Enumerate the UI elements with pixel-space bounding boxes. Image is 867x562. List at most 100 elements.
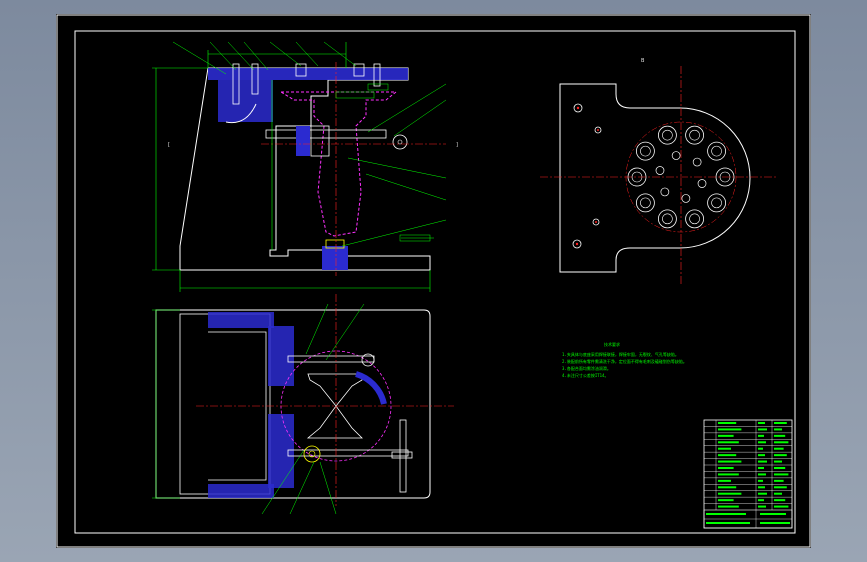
drill-bushing-hole xyxy=(685,125,704,145)
section-marker-right: ] xyxy=(456,142,458,148)
title-block-text-mark xyxy=(758,447,763,450)
title-block-text-mark xyxy=(774,473,789,476)
inner-hole xyxy=(697,179,707,188)
title-block-text-mark xyxy=(774,454,787,457)
title-block-text-mark xyxy=(718,428,742,431)
workpiece-hidden-outline xyxy=(279,91,398,237)
title-block-text-mark xyxy=(758,428,767,431)
title-block-text-mark xyxy=(758,434,764,437)
section-marker-left: [ xyxy=(168,142,170,148)
title-block-text-mark xyxy=(774,499,786,502)
title-block-text-mark xyxy=(758,505,766,508)
clamp-jaw xyxy=(310,125,330,157)
v-block xyxy=(307,373,363,407)
title-block-text-mark xyxy=(774,505,789,508)
inner-hole xyxy=(681,194,691,203)
clamp-screw xyxy=(265,129,387,139)
title-block-text-mark xyxy=(774,492,782,495)
title-block-text-mark xyxy=(758,479,763,482)
title-block-text-mark xyxy=(758,492,767,495)
tech-req-line-3: 3.各配合面均需涂油润滑。 xyxy=(562,365,611,371)
drill-bushing-hole xyxy=(658,209,677,229)
clamp-jaw-hatch xyxy=(296,126,310,156)
drill-bushing-bore xyxy=(640,145,651,157)
title-block-text-mark xyxy=(774,486,787,489)
title-block-text-mark xyxy=(718,467,734,469)
title-block-text-mark xyxy=(718,447,731,450)
cam-disk xyxy=(303,445,321,463)
title-block-text-mark xyxy=(718,434,734,437)
drill-bushing-bore xyxy=(711,197,722,209)
title-block-text-mark xyxy=(718,479,731,482)
tech-req-title: 技术要求 xyxy=(604,341,620,347)
title-block-text-mark xyxy=(758,454,765,457)
title-block-text-mark xyxy=(718,454,737,457)
inner-hole xyxy=(660,187,670,197)
title-block-text-mark xyxy=(718,486,737,489)
tech-req-line-1: 1.夹具体与底座采用焊接联接，焊接牢固，无裂纹、气孔等缺陷。 xyxy=(562,351,679,357)
inner-hole xyxy=(692,157,702,167)
drill-bushing-hole xyxy=(658,125,677,145)
detail-view-label: B xyxy=(641,58,645,64)
top-plan-view xyxy=(152,294,454,515)
inner-hole xyxy=(671,151,681,160)
lower-clamp-bar xyxy=(287,449,409,457)
title-block-text-mark xyxy=(718,473,739,476)
title-block-text-mark xyxy=(758,467,764,469)
title-block-text-mark xyxy=(706,513,746,515)
title-block-text-mark xyxy=(774,434,786,437)
title-block-text-mark xyxy=(774,460,782,463)
title-block-text-mark xyxy=(774,467,786,469)
drill-bushing-bore xyxy=(689,213,700,225)
knob xyxy=(392,134,408,150)
drill-bushing-hole xyxy=(636,141,655,161)
tech-req-line-2: 2.装配前所有零件需清洗干净，定位面不得有毛刺及磕碰划伤等缺陷。 xyxy=(562,358,687,364)
drill-bushing-bore xyxy=(689,129,700,141)
upper-clamp-bar xyxy=(287,355,375,363)
title-block-text-mark xyxy=(774,447,784,450)
title-block-text-mark xyxy=(760,513,786,515)
drill-bushing-hole xyxy=(707,141,726,161)
title-block-text-mark xyxy=(758,499,764,502)
title-block-text-mark xyxy=(718,422,737,424)
inner-hole xyxy=(655,166,665,175)
title-block-text-mark xyxy=(760,522,790,524)
drill-bushing-hole xyxy=(636,193,655,213)
title-block-text-mark xyxy=(774,422,787,424)
title-block-text-mark xyxy=(718,492,742,495)
fixture-body-outline xyxy=(179,67,431,271)
title-block-text-mark xyxy=(718,505,739,508)
title-block xyxy=(703,419,793,529)
title-block-text-mark xyxy=(774,441,789,444)
drawing-canvas: [ ] B 技术要求 1.夹具体与底座采用焊接联接，焊接牢固，无裂纹、气孔等缺陷… xyxy=(56,14,811,548)
drill-bushing-bore xyxy=(662,213,673,225)
inner-border xyxy=(74,30,796,534)
title-block-text-mark xyxy=(758,486,765,489)
title-block-text-mark xyxy=(774,479,784,482)
title-block-text-mark xyxy=(718,499,734,502)
drill-bushing-bore xyxy=(662,129,673,141)
drill-bushing-bore xyxy=(711,145,722,157)
drill-bushing-hole xyxy=(707,193,726,213)
title-block-text-mark xyxy=(758,422,765,424)
title-block-text-mark xyxy=(718,441,739,444)
outer-border xyxy=(56,14,811,548)
title-block-text-mark xyxy=(718,460,742,463)
drill-bushing-bore xyxy=(640,197,651,209)
top-plate-hatch xyxy=(208,68,408,80)
tech-req-line-4: 4.未注尺寸公差按IT14。 xyxy=(562,372,608,378)
bottom-locator-hatch xyxy=(322,246,348,270)
title-block-text-mark xyxy=(706,522,750,524)
title-block-text-mark xyxy=(758,460,767,463)
cad-viewport[interactable]: [ ] B 技术要求 1.夹具体与底座采用焊接联接，焊接牢固，无裂纹、气孔等缺陷… xyxy=(0,0,867,562)
technical-requirements: 技术要求 1.夹具体与底座采用焊接联接，焊接牢固，无裂纹、气孔等缺陷。 2.装配… xyxy=(562,341,687,378)
front-section-view: [ ] xyxy=(152,41,458,292)
detail-view-drill-plate: B xyxy=(540,58,778,284)
drill-plate-outline xyxy=(559,83,751,273)
title-block-text-mark xyxy=(758,473,766,476)
drawing-sheet: [ ] B 技术要求 1.夹具体与底座采用焊接联接，焊接牢固，无裂纹、气孔等缺陷… xyxy=(56,14,811,548)
base-plate-inner xyxy=(179,313,271,495)
title-block-text-mark xyxy=(774,428,782,431)
drill-bushing-hole xyxy=(685,209,704,229)
title-block-text-mark xyxy=(758,441,766,444)
